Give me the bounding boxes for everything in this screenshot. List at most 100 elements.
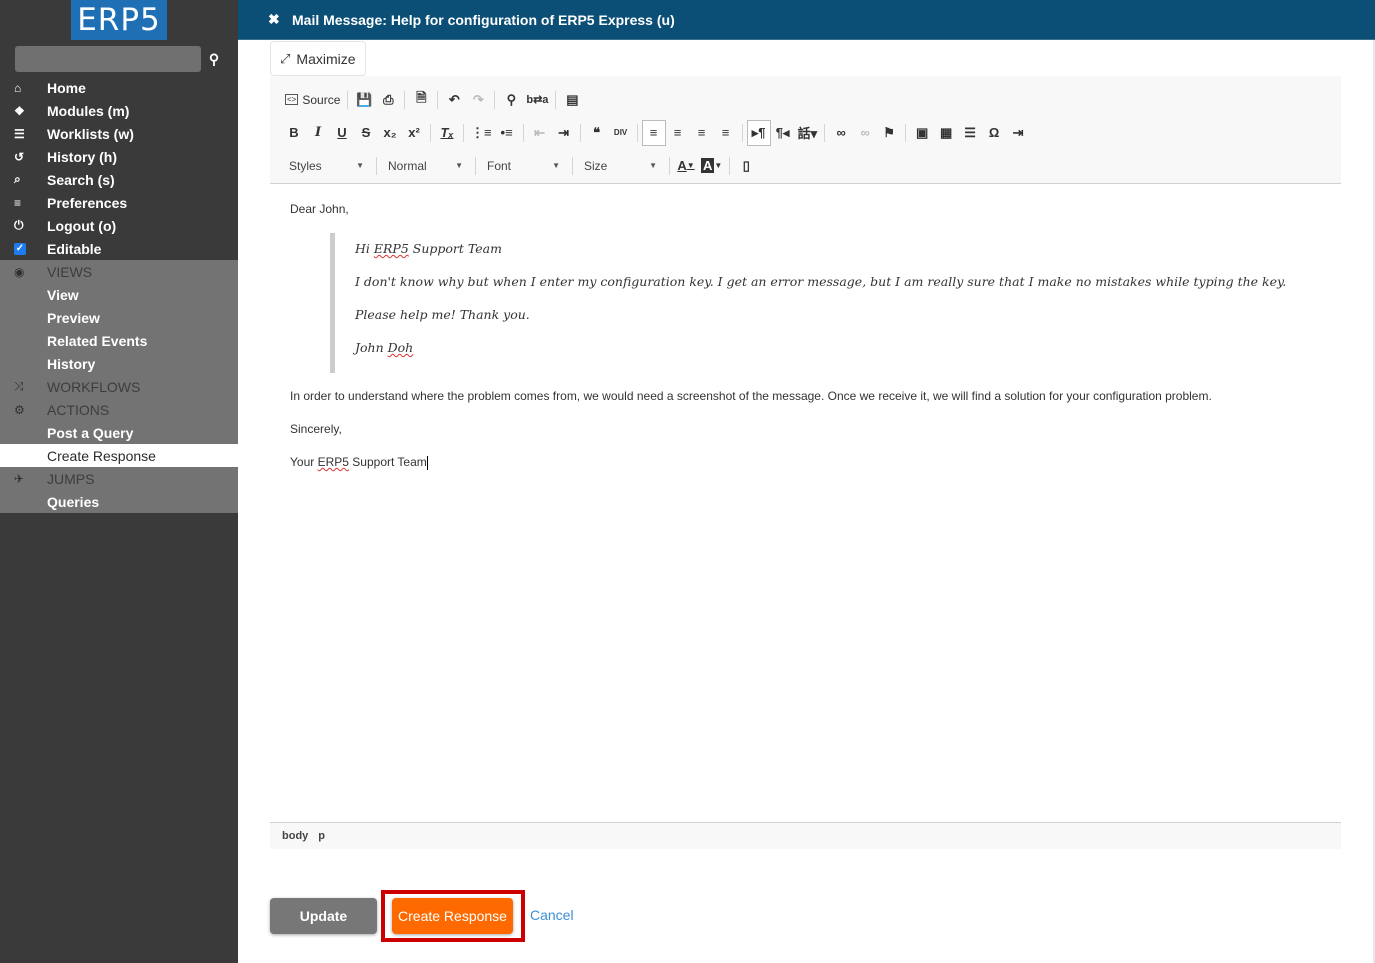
toolbar-separator xyxy=(741,123,743,142)
nav-label: Search (s) xyxy=(47,171,115,188)
nav-editable-toggle[interactable]: ✓ Editable xyxy=(0,237,238,260)
context-sections: ◉ VIEWS View Preview Related Events Histo… xyxy=(0,260,238,513)
outdent-icon[interactable]: ⇤ xyxy=(528,120,552,146)
link-icon[interactable]: ∞ xyxy=(829,120,853,146)
source-button[interactable]: <> Source xyxy=(282,87,343,113)
path-element-body[interactable]: body xyxy=(282,830,308,842)
toolbar-separator xyxy=(522,123,524,142)
erp5-logo[interactable]: ERP5 xyxy=(71,0,167,40)
horizontal-line-icon[interactable]: ☰ xyxy=(958,120,982,146)
special-char-icon[interactable]: Ω xyxy=(982,120,1006,146)
app-root: ERP5 ⚲ ⌂ Home ❖ Modules (m) ☰ Worklists (w)… xyxy=(0,0,1375,963)
views-item-view[interactable]: View xyxy=(0,283,238,306)
puzzle-icon: ❖ xyxy=(14,103,25,118)
quote-line: I don't know why but when I enter my con… xyxy=(355,274,1287,289)
show-blocks-icon[interactable]: ▯ xyxy=(734,153,758,179)
power-icon: ⏻ xyxy=(14,218,24,232)
jumps-item-queries[interactable]: Queries xyxy=(0,490,238,513)
superscript-icon[interactable]: x² xyxy=(402,120,426,146)
toolbar-separator xyxy=(347,90,349,109)
nav-search[interactable]: ⌕ Search (s) xyxy=(0,168,238,191)
editor-content[interactable]: Dear John, Hi ERP5 Support Team I don't … xyxy=(270,184,1341,821)
search-input[interactable] xyxy=(15,46,201,72)
misspelled-word: Doh xyxy=(387,340,414,355)
redo-icon[interactable]: ↷ xyxy=(466,87,490,113)
home-icon: ⌂ xyxy=(14,80,22,95)
language-icon[interactable]: 話▾ xyxy=(795,120,821,146)
search-button[interactable]: ⚲ xyxy=(203,51,225,68)
subscript-icon[interactable]: x₂ xyxy=(378,120,402,146)
nav-logout[interactable]: ⏻ Logout (o) xyxy=(0,214,238,237)
print-icon[interactable]: ⎙ xyxy=(376,87,400,113)
views-item-preview[interactable]: Preview xyxy=(0,306,238,329)
find-icon[interactable]: ⚲ xyxy=(499,87,523,113)
update-button[interactable]: Update xyxy=(270,898,377,934)
quote-line: Hi ERP5 Support Team xyxy=(355,241,502,256)
replace-icon[interactable]: b⇄a xyxy=(523,87,551,113)
page-break-icon[interactable]: ⇥ xyxy=(1006,120,1030,146)
anchor-flag-icon[interactable]: ⚑ xyxy=(877,120,901,146)
text-color-icon[interactable]: A ▼ xyxy=(674,153,698,179)
actions-item-post-query[interactable]: Post a Query xyxy=(0,421,238,444)
format-dropdown[interactable]: Normal ▼ xyxy=(381,154,471,178)
toolbar-separator xyxy=(579,123,581,142)
history-icon: ↺ xyxy=(14,149,25,164)
chevron-down-icon: ▼ xyxy=(356,161,364,170)
undo-icon[interactable]: ↶ xyxy=(442,87,466,113)
page-title: Mail Message: Help for configuration of … xyxy=(292,11,675,28)
italic-icon[interactable]: I xyxy=(306,120,330,146)
nav-worklists[interactable]: ☰ Worklists (w) xyxy=(0,122,238,145)
path-element-p[interactable]: p xyxy=(318,830,325,842)
indent-icon[interactable]: ⇥ xyxy=(552,120,576,146)
nav-history[interactable]: ↺ History (h) xyxy=(0,145,238,168)
views-item-history[interactable]: History xyxy=(0,352,238,375)
bulleted-list-icon[interactable]: •≡ xyxy=(495,120,519,146)
div-container-icon[interactable]: DIV xyxy=(609,120,633,146)
toolbar-row-3: Styles ▼ Normal ▼ Font ▼ Size ▼ A ▼ A ▼ ▯ xyxy=(282,149,1341,182)
save-icon[interactable]: 💾 xyxy=(352,87,376,113)
maximize-label: Maximize xyxy=(296,50,356,67)
underline-icon[interactable]: U xyxy=(330,120,354,146)
align-justify-icon[interactable]: ≡ xyxy=(714,120,738,146)
toolbar-separator xyxy=(437,90,439,109)
editor-toolbar: <> Source 💾 ⎙ 🗎 ↶ ↷ ⚲ b⇄a ▤ B I U S x₂ x… xyxy=(270,76,1341,184)
remove-format-icon[interactable]: Tₓ xyxy=(435,120,459,146)
numbered-list-icon[interactable]: ⋮≡ xyxy=(468,120,495,146)
select-all-icon[interactable]: ▤ xyxy=(560,87,584,113)
templates-icon[interactable]: 🗎 xyxy=(409,87,433,113)
closing-paragraph: Sincerely, xyxy=(290,422,342,436)
ltr-icon[interactable]: ▸¶ xyxy=(746,119,771,146)
bold-icon[interactable]: B xyxy=(282,120,306,146)
table-icon[interactable]: ▦ xyxy=(934,120,958,146)
align-right-icon[interactable]: ≡ xyxy=(690,120,714,146)
unlink-icon[interactable]: ∞ xyxy=(853,120,877,146)
rtl-icon[interactable]: ¶◂ xyxy=(771,120,795,146)
checkbox-checked-icon[interactable]: ✓ xyxy=(14,242,26,255)
styles-dropdown[interactable]: Styles ▼ xyxy=(282,154,372,178)
close-icon[interactable]: ✖ xyxy=(268,11,292,28)
actions-item-create-response[interactable]: Create Response xyxy=(0,444,238,467)
background-color-icon[interactable]: A ▼ xyxy=(698,153,725,179)
create-response-button[interactable]: Create Response xyxy=(392,898,513,934)
maximize-button[interactable]: ⤢ Maximize xyxy=(270,41,366,76)
toolbar-separator xyxy=(463,123,464,142)
font-dropdown[interactable]: Font ▼ xyxy=(480,154,568,178)
toolbar-separator xyxy=(555,90,557,109)
strikethrough-icon[interactable]: S xyxy=(354,120,378,146)
blockquote: Hi ERP5 Support Team I don't know why bu… xyxy=(330,233,1321,373)
toolbar-separator xyxy=(475,156,476,175)
size-dropdown[interactable]: Size ▼ xyxy=(577,154,665,178)
toolbar-separator xyxy=(376,156,377,175)
gears-icon: ⚙ xyxy=(14,402,25,417)
nav-home[interactable]: ⌂ Home xyxy=(0,76,238,99)
nav-modules[interactable]: ❖ Modules (m) xyxy=(0,99,238,122)
cancel-link[interactable]: Cancel xyxy=(530,907,574,923)
rich-text-editor: <> Source 💾 ⎙ 🗎 ↶ ↷ ⚲ b⇄a ▤ B I U S x₂ x… xyxy=(270,76,1341,849)
views-item-related-events[interactable]: Related Events xyxy=(0,329,238,352)
page-header: ✖ Mail Message: Help for configuration o… xyxy=(238,0,1375,40)
align-left-icon[interactable]: ≡ xyxy=(641,119,666,146)
image-icon[interactable]: ▣ xyxy=(910,120,934,146)
nav-preferences[interactable]: ≡ Preferences xyxy=(0,191,238,214)
align-center-icon[interactable]: ≡ xyxy=(666,120,690,146)
blockquote-icon[interactable]: ❝ xyxy=(585,120,609,146)
